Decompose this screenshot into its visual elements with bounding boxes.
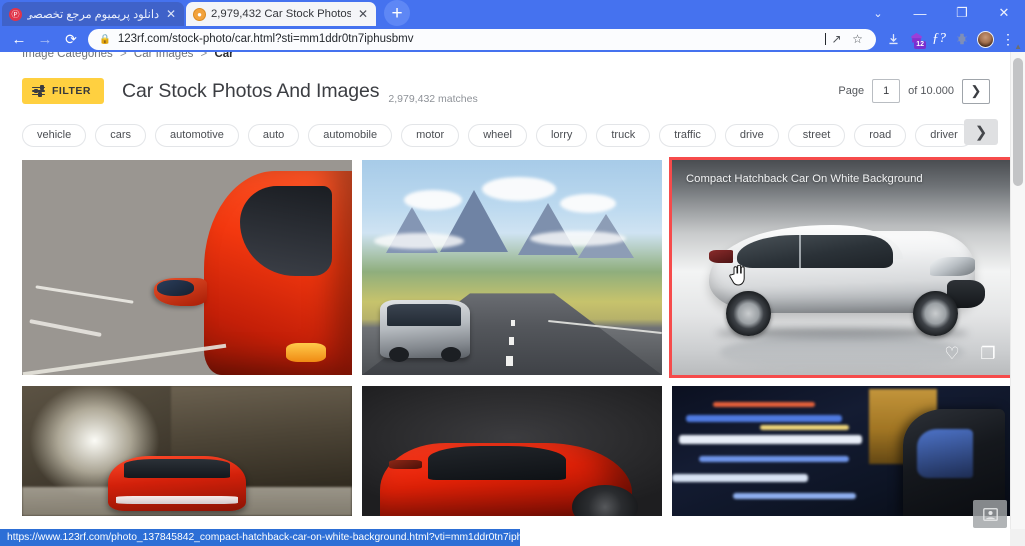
result-card-red-car-misty-forest[interactable] — [22, 386, 352, 516]
results-header: FILTER Car Stock Photos And Images 2,979… — [0, 64, 1010, 108]
address-bar-url: 123rf.com/stock-photo/car.html?sti=mm1dd… — [117, 33, 414, 45]
reload-icon[interactable]: ⟳ — [58, 27, 84, 51]
tags-scroll-next-button[interactable]: ❯ — [964, 119, 998, 145]
download-icon[interactable] — [882, 27, 904, 51]
result-card-suv-mountain-road[interactable] — [362, 160, 662, 375]
tag-chip-drive[interactable]: drive — [724, 123, 779, 147]
next-page-button[interactable]: ❯ — [962, 78, 990, 104]
status-bar-link: https://www.123rf.com/photo_137845842_co… — [0, 529, 571, 546]
tab-2-title: 2,979,432 Car Stock Photos and I — [211, 8, 351, 20]
page-number-input[interactable]: 1 — [872, 79, 901, 103]
tab-1-title: دانلود پریمیوم مرجع تخصصی دانلو — [27, 8, 159, 21]
chevron-down-icon[interactable]: ⌄ — [857, 0, 899, 26]
tab-1-close-icon[interactable]: ✕ — [164, 8, 178, 20]
breadcrumb-item-image-categories[interactable]: Image Categories — [22, 52, 113, 60]
navigation-bar: ← → ⟳ 🔒 123rf.com/stock-photo/car.html?s… — [0, 26, 1025, 52]
tag-chips-row: vehicle cars automotive auto automobile … — [0, 108, 1010, 150]
tag-chip-wheel[interactable]: wheel — [468, 123, 527, 147]
forward-icon[interactable]: → — [32, 27, 58, 51]
tag-chip-road[interactable]: road — [854, 123, 907, 147]
breadcrumb-separator: > — [119, 52, 127, 60]
maximize-icon[interactable]: ❐ — [941, 0, 983, 26]
scroll-up-icon[interactable]: ▲ — [1014, 42, 1022, 51]
page-scrollbar[interactable]: ▲ — [1010, 42, 1025, 546]
share-icon[interactable]: ↗ — [826, 32, 847, 46]
extension-icons: 12 ƒ? ⋮ — [880, 27, 1019, 51]
close-window-icon[interactable]: ✕ — [983, 0, 1025, 26]
result-thumbnail — [362, 160, 662, 375]
add-to-collection-icon[interactable]: ❐ — [978, 344, 998, 364]
tag-chip-motor[interactable]: motor — [401, 123, 460, 147]
extension-badge-count: 12 — [914, 41, 926, 49]
result-card-red-sportscar-dark-studio[interactable] — [362, 386, 662, 516]
address-bar[interactable]: 🔒 123rf.com/stock-photo/car.html?sti=mm1… — [88, 28, 876, 50]
result-thumbnail — [672, 160, 1012, 375]
tab-2-favicon: ● — [193, 7, 206, 21]
tag-chip-street[interactable]: street — [787, 123, 846, 147]
tag-chip-lorry[interactable]: lorry — [535, 123, 588, 147]
sliders-icon — [32, 85, 45, 97]
tag-chip-vehicle[interactable]: vehicle — [22, 123, 87, 147]
tag-chip-automotive[interactable]: automotive — [155, 123, 239, 147]
status-bar-gap — [1010, 529, 1025, 546]
page-label: Page — [838, 85, 865, 97]
filter-button-label: FILTER — [52, 85, 91, 97]
minimize-icon[interactable]: — — [899, 0, 941, 26]
scrollbar-thumb[interactable] — [1013, 58, 1023, 186]
back-icon[interactable]: ← — [6, 27, 32, 51]
tag-chip-automobile[interactable]: automobile — [308, 123, 393, 147]
page-title: Car Stock Photos And Images — [121, 79, 380, 102]
results-grid: Compact Hatchback Car On White Backgroun… — [0, 150, 1015, 516]
page-content: Image Categories > Car Images > Car FILT… — [0, 52, 1015, 516]
result-thumbnail — [362, 386, 662, 516]
profile-avatar[interactable] — [974, 27, 996, 51]
tab-2-close-icon[interactable]: ✕ — [356, 8, 370, 20]
result-thumbnail — [22, 160, 352, 375]
breadcrumb-item-car-images[interactable]: Car Images — [134, 52, 193, 60]
pagination: Page 1 of 10.000 ❯ — [838, 78, 990, 104]
result-card-night-city-light-streaks[interactable] — [672, 386, 1012, 516]
page-total-label: of 10.000 — [908, 85, 954, 97]
browser-window: Ⓟ دانلود پریمیوم مرجع تخصصی دانلو ✕ ● 2,… — [0, 0, 1025, 546]
font-extension-icon[interactable]: ƒ? — [928, 27, 950, 51]
puzzle-extensions-icon[interactable] — [951, 27, 973, 51]
floating-image-widget[interactable] — [973, 500, 1007, 528]
tag-chip-truck[interactable]: truck — [596, 123, 651, 147]
result-card-compact-hatchback-selected[interactable]: Compact Hatchback Car On White Backgroun… — [669, 157, 1015, 378]
results-count: 2,979,432 matches — [388, 93, 478, 105]
window-controls: ⌄ — ❐ ✕ — [857, 0, 1025, 26]
tag-chip-cars[interactable]: cars — [95, 123, 147, 147]
bookmark-star-icon[interactable]: ☆ — [847, 32, 868, 46]
lock-icon: 🔒 — [99, 33, 111, 45]
filter-button[interactable]: FILTER — [22, 78, 104, 104]
tag-chip-traffic[interactable]: traffic — [659, 123, 716, 147]
mouse-cursor-hand-icon — [729, 265, 745, 286]
breadcrumb-current: Car — [214, 52, 234, 60]
breadcrumb: Image Categories > Car Images > Car — [0, 52, 1010, 64]
result-card-red-car-autumn-highway[interactable] — [22, 160, 352, 375]
breadcrumb-separator-2: > — [200, 52, 208, 60]
result-thumbnail — [672, 386, 1012, 516]
tab-1-favicon: Ⓟ — [9, 7, 22, 21]
tab-strip: Ⓟ دانلود پریمیوم مرجع تخصصی دانلو ✕ ● 2,… — [0, 0, 1025, 26]
result-card-title: Compact Hatchback Car On White Backgroun… — [686, 173, 923, 185]
tag-chip-auto[interactable]: auto — [247, 123, 300, 147]
idm-extension-icon[interactable]: 12 — [905, 27, 927, 51]
page-viewport: Image Categories > Car Images > Car FILT… — [0, 52, 1025, 546]
like-heart-icon[interactable]: ♡ — [942, 344, 962, 364]
browser-tab-1[interactable]: Ⓟ دانلود پریمیوم مرجع تخصصی دانلو ✕ — [2, 2, 184, 26]
result-card-actions: ♡ ❐ — [942, 344, 998, 364]
result-thumbnail — [22, 386, 352, 516]
browser-tab-2[interactable]: ● 2,979,432 Car Stock Photos and I ✕ — [186, 2, 376, 26]
new-tab-button[interactable]: + — [384, 0, 410, 26]
